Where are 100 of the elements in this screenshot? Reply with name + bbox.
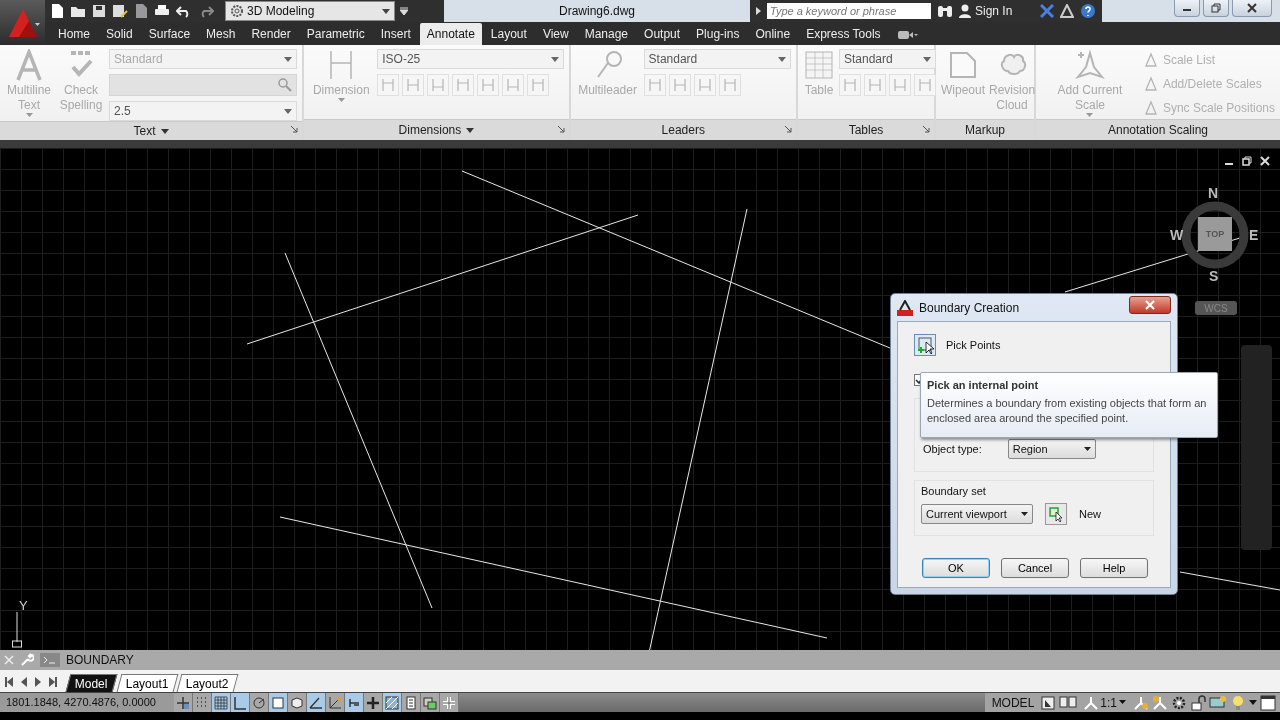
panel-title: Annotation Scaling [1107,123,1209,137]
boundary-set-dropdown[interactable]: Current viewport [921,504,1033,524]
floppy-icon [92,4,106,18]
close-icon [1145,299,1155,310]
ribbon-tab[interactable]: View [535,23,576,45]
model-tab[interactable]: Model [65,674,118,692]
first-arrow-icon[interactable] [4,675,16,689]
status-toggle[interactable] [288,693,307,712]
model-space-button[interactable]: MODEL [988,695,1038,710]
sign-in-button[interactable]: Sign In [959,4,1013,18]
expand-arrow-icon[interactable] [756,7,761,15]
gear-icon[interactable] [1171,694,1187,711]
triangle-icon[interactable] [1060,4,1074,18]
status-toggle[interactable] [345,693,364,712]
ribbon-tab[interactable]: Solid [99,23,140,45]
layers-icon [422,694,438,711]
caret-icon [1083,447,1091,451]
launcher-icon[interactable] [923,126,930,133]
style-dropdown[interactable]: 2.5 [109,101,298,121]
status-toggle[interactable] [383,693,402,712]
publish-button[interactable] [133,2,149,20]
caret-icon[interactable] [160,128,169,134]
compass-label[interactable]: N [1208,185,1219,201]
save-button[interactable] [91,2,107,20]
help-icon[interactable] [1080,3,1096,19]
status-toggle[interactable] [269,693,288,712]
lock-icon[interactable] [1190,694,1206,711]
annotation-scale-button[interactable]: 1:1 [1080,695,1130,710]
ribbon-tab[interactable]: Insert [373,23,418,45]
ribbon-tab[interactable]: Annotate [419,23,482,45]
status-toggle[interactable] [174,693,193,712]
restore-icon[interactable] [1242,156,1252,166]
minimize-button[interactable] [1174,0,1200,17]
compass-label[interactable]: S [1209,268,1219,284]
text-find-field[interactable] [109,74,298,96]
status-toggle[interactable] [421,693,440,712]
status-toggle[interactable] [231,693,250,712]
new-selection-button[interactable] [1045,503,1067,525]
save-as-button[interactable] [111,2,129,20]
compass-label[interactable]: E [1249,227,1259,243]
layout-tab[interactable]: Layout2 [177,674,239,692]
ribbon-tab[interactable]: Online [748,23,798,45]
status-toggle[interactable] [402,693,421,712]
drawing-canvas[interactable] [0,140,1280,650]
launcher-icon[interactable] [557,126,565,133]
status-toggle[interactable] [364,693,383,712]
status-toggle[interactable] [307,693,326,712]
dimension-tool-icon [671,77,688,93]
ribbon-tab[interactable]: Home [51,23,97,45]
status-toggle[interactable] [193,693,212,712]
dialog-button[interactable]: Cancel [1001,558,1069,578]
floppy-pencil-icon [112,4,128,18]
window-icon[interactable] [1260,694,1276,711]
ribbon-tab[interactable]: Render [244,23,298,45]
compass-label[interactable]: W [1170,227,1184,243]
status-toggle[interactable] [212,693,231,712]
close-icon[interactable] [1260,156,1270,166]
ribbon-tab[interactable]: Output [637,23,688,45]
style-dropdown[interactable]: ISO-25 [377,49,564,69]
style-dropdown[interactable]: Standard [643,49,791,69]
layout-tab[interactable]: Layout1 [116,674,178,692]
plus-icon [365,694,381,711]
caret-icon[interactable] [466,127,475,133]
close-button[interactable] [1129,295,1171,314]
ribbon-tab[interactable]: Mesh [199,23,243,45]
viewports-icon[interactable] [1059,694,1078,711]
launcher-icon[interactable] [291,126,299,133]
new-button[interactable] [49,2,65,20]
dimension-tool-icon [867,77,883,93]
panel-title: Dimensions [398,123,462,137]
close-button[interactable] [1232,0,1272,17]
ribbon-tab[interactable]: Express Tools [799,23,888,45]
dialog-button[interactable]: OK [922,558,990,578]
binoculars-icon[interactable] [937,4,953,18]
workspace-dropdown[interactable]: 3D Modeling [225,1,395,21]
calculator-icon [403,694,419,711]
style-dropdown[interactable]: Standard [839,49,936,69]
pick-points-button[interactable] [914,334,936,356]
dimension-tool-icon [646,77,663,93]
ribbon-tab[interactable]: Manage [577,23,636,45]
status-toggle[interactable] [250,693,269,712]
restore-button[interactable] [1203,0,1229,17]
caret-icon[interactable] [1249,700,1257,705]
caret-icon [382,8,390,14]
dimension-tool-icon [455,77,472,93]
coordinates-readout: 1801.1848, 4270.4876, 0.0000 [0,693,174,712]
ribbon-tab[interactable]: Surface [141,23,198,45]
search-field[interactable]: Type a keyword or phrase [767,3,931,19]
dialog-button[interactable]: Help [1080,558,1148,578]
ribbon-tab[interactable]: Plug-ins [689,23,747,45]
launcher-icon[interactable] [785,126,792,133]
ribbon-tab[interactable]: Parametric [299,23,372,45]
exchange-icon[interactable] [1040,4,1054,18]
video-camera-icon[interactable] [897,30,918,40]
drawing-sheet-icon[interactable] [1040,694,1057,711]
ribbon-tab[interactable]: Layout [483,23,534,45]
status-toggle[interactable] [440,693,459,712]
object-type-dropdown[interactable]: Region [1007,439,1096,459]
status-toggle[interactable] [326,693,345,712]
last-arrow-icon[interactable] [46,675,58,689]
